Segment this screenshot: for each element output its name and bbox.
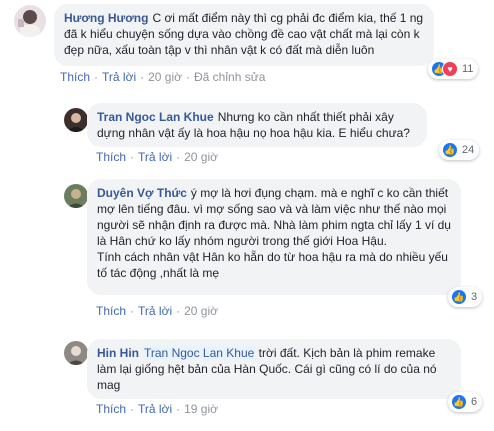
- edited-label[interactable]: Đã chỉnh sửa: [194, 70, 265, 84]
- timestamp[interactable]: 20 giờ: [184, 304, 218, 318]
- reaction-summary[interactable]: 👍 3: [448, 287, 483, 307]
- like-icon: 👍: [451, 289, 467, 305]
- avatar-image: [14, 5, 46, 37]
- reply-button[interactable]: Trả lời: [138, 150, 172, 164]
- reaction-count: 11: [462, 63, 474, 75]
- avatar[interactable]: [14, 5, 46, 37]
- comment-bubble: Hương Hương C ơi mất điểm này thì cg phải…: [54, 4, 434, 66]
- separator-dot: ·: [130, 304, 135, 318]
- comment-bubble: Hin Hin Tran Ngoc Lan Khue trời đất. Kịch…: [87, 339, 461, 399]
- timestamp[interactable]: 20 giờ: [148, 70, 182, 84]
- separator-dot: ·: [176, 150, 181, 164]
- comment-author[interactable]: Tran Ngoc Lan Khue: [97, 110, 214, 124]
- timestamp[interactable]: 19 giờ: [184, 402, 218, 416]
- comment-bubble: Duyên Vợ Thức ý mợ là hơi đụng chạm. mà e…: [87, 179, 461, 295]
- comment-author[interactable]: Duyên Vợ Thức: [97, 186, 187, 200]
- like-button[interactable]: Thích: [96, 150, 126, 164]
- reply-button[interactable]: Trả lời: [138, 304, 172, 318]
- love-icon: ♥: [442, 61, 458, 77]
- separator-dot: ·: [176, 402, 181, 416]
- timestamp[interactable]: 20 giờ: [184, 150, 218, 164]
- comment-author[interactable]: Hương Hương: [64, 11, 148, 25]
- like-button[interactable]: Thích: [96, 402, 126, 416]
- avatar-image: [64, 108, 88, 132]
- comment-actions: Thích · Trả lời · 20 giờ · Đã chỉnh sửa: [60, 70, 265, 84]
- reaction-count: 6: [471, 396, 478, 408]
- reaction-summary[interactable]: 👍 ♥ 11: [428, 59, 479, 79]
- avatar[interactable]: [64, 108, 88, 132]
- separator-dot: ·: [176, 304, 181, 318]
- separator-dot: ·: [130, 150, 135, 164]
- separator-dot: ·: [140, 70, 145, 84]
- reaction-summary[interactable]: 👍 6: [448, 392, 483, 412]
- comment-text-2: Tính cách nhân vật Hân ko hẵn do từ hoa …: [97, 250, 448, 280]
- reply-button[interactable]: Trả lời: [102, 70, 136, 84]
- like-icon: 👍: [442, 142, 458, 158]
- reply-button[interactable]: Trả lời: [138, 402, 172, 416]
- avatar-image: [64, 341, 88, 365]
- like-button[interactable]: Thích: [60, 70, 90, 84]
- reaction-count: 24: [462, 144, 475, 156]
- comment-bubble: Tran Ngoc Lan Khue Nhưng ko cần nhất thiế…: [87, 103, 427, 147]
- reaction-count: 3: [471, 291, 478, 303]
- mention-link[interactable]: Tran Ngoc Lan Khue: [143, 346, 256, 360]
- comment-actions: Thích · Trả lời · 20 giờ: [96, 304, 218, 318]
- like-icon: 👍: [451, 394, 467, 410]
- avatar-image: [64, 184, 88, 208]
- comment-actions: Thích · Trả lời · 20 giờ: [96, 150, 218, 164]
- comment-actions: Thích · Trả lời · 19 giờ: [96, 402, 218, 416]
- avatar[interactable]: [64, 341, 88, 365]
- like-button[interactable]: Thích: [96, 304, 126, 318]
- comment-author[interactable]: Hin Hin: [97, 346, 139, 360]
- avatar[interactable]: [64, 184, 88, 208]
- reaction-summary[interactable]: 👍 24: [439, 140, 480, 160]
- separator-dot: ·: [186, 70, 190, 84]
- separator-dot: ·: [94, 70, 99, 84]
- separator-dot: ·: [130, 402, 135, 416]
